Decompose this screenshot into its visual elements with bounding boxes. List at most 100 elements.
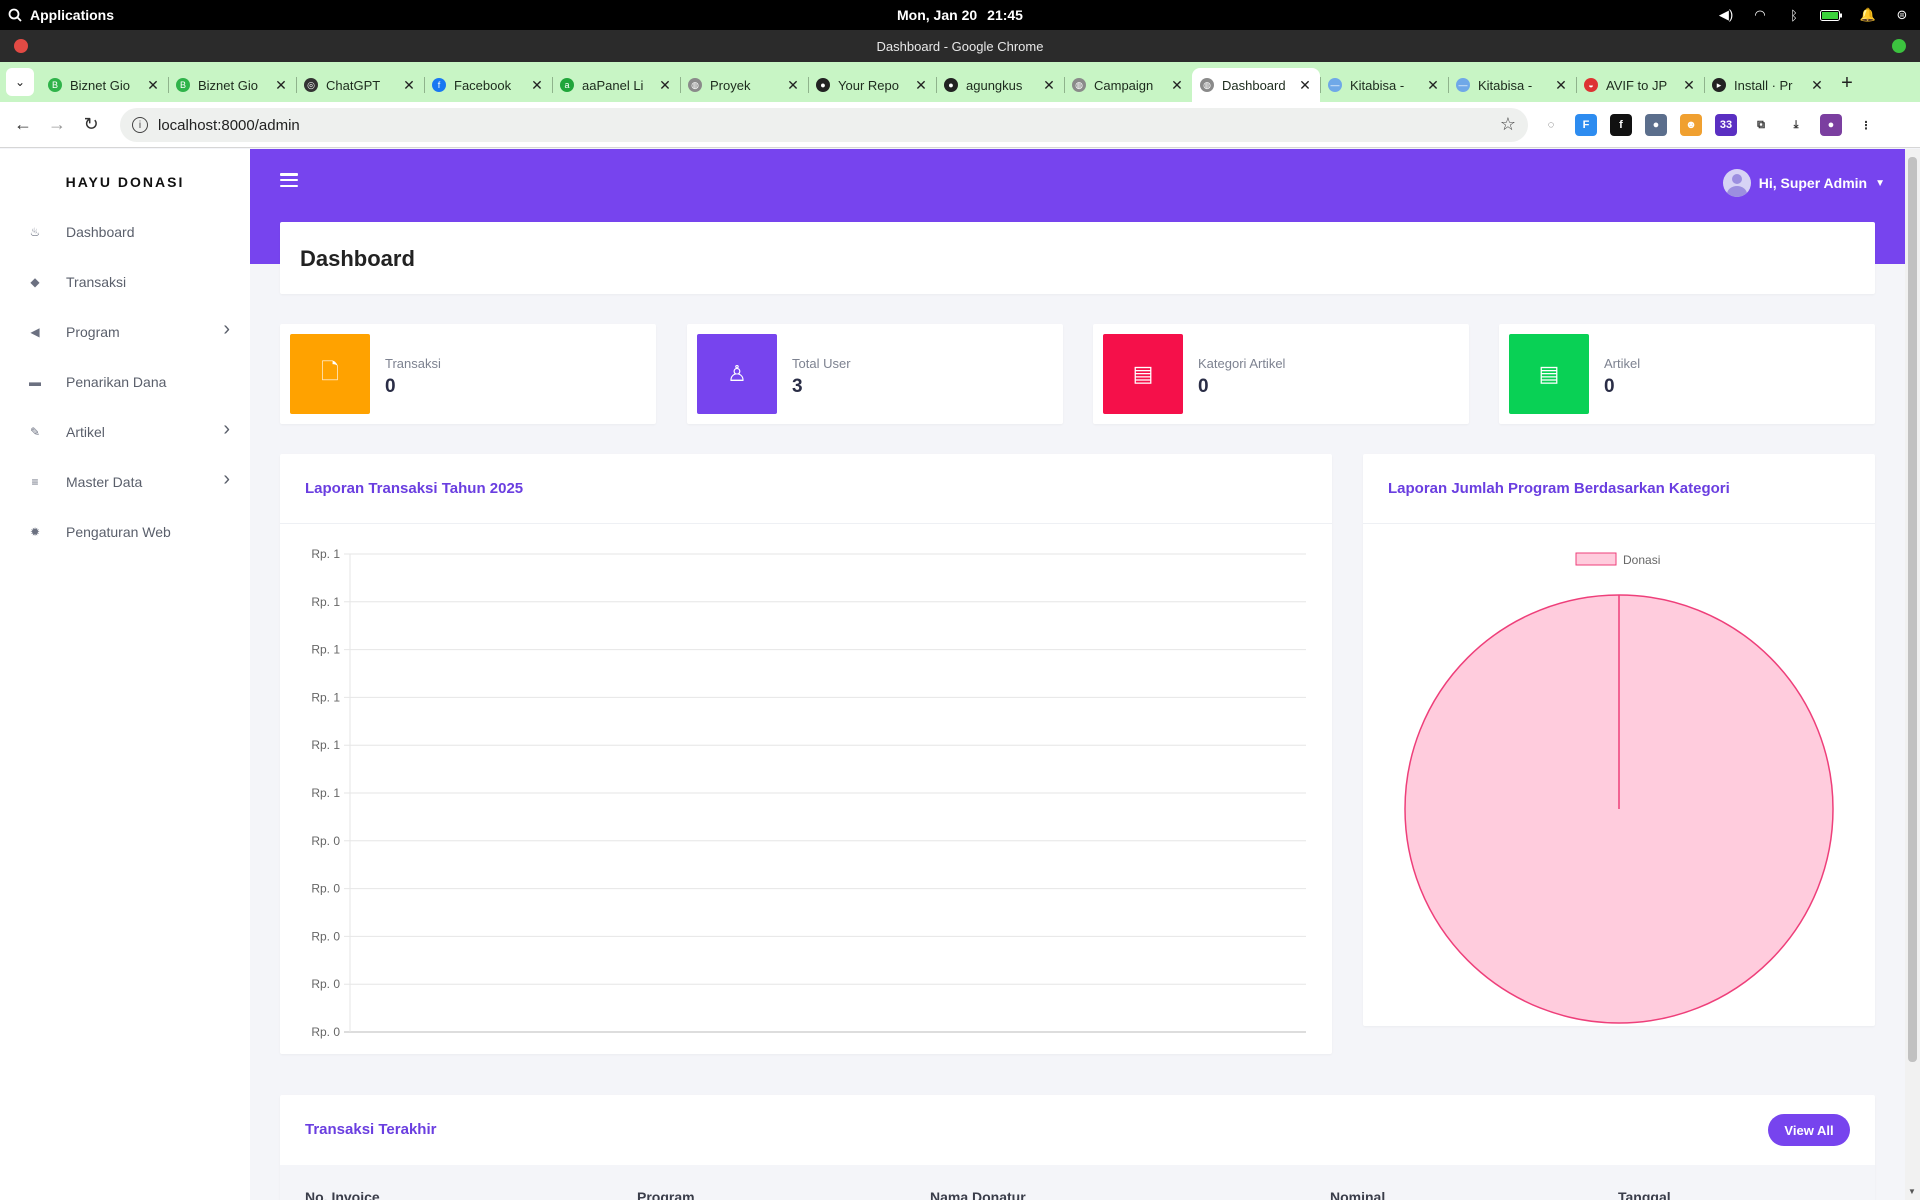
sidebar-item-penarikan-dana[interactable]: ▬ Penarikan Dana xyxy=(0,357,250,407)
tab-title: Install · Pr xyxy=(1734,77,1793,93)
tab-close-icon[interactable]: ✕ xyxy=(1426,77,1440,94)
ext-10-icon[interactable]: ⋮ xyxy=(1855,114,1877,136)
tab-title: AVIF to JP xyxy=(1606,77,1668,93)
ext-2-icon[interactable]: F xyxy=(1575,114,1597,136)
y-tick-label: Rp. 1 xyxy=(311,690,340,704)
tab-close-icon[interactable]: ✕ xyxy=(530,77,544,94)
browser-tab[interactable]: B Biznet Gio ✕ xyxy=(40,68,168,102)
bookmark-star-icon[interactable]: ☆ xyxy=(1500,114,1516,135)
browser-tab[interactable]: ◍ Proyek ✕ xyxy=(680,68,808,102)
tab-close-icon[interactable]: ✕ xyxy=(402,77,416,94)
y-tick-label: Rp. 0 xyxy=(311,929,340,943)
volume-icon[interactable]: ◀) xyxy=(1718,7,1734,22)
ext-6-icon[interactable]: 33 xyxy=(1715,114,1737,136)
brand-logo[interactable]: HAYU DONASI xyxy=(0,149,250,207)
tab-close-icon[interactable]: ✕ xyxy=(1170,77,1184,94)
page-title: Dashboard xyxy=(300,246,415,271)
chevron-right-icon: › xyxy=(223,468,230,490)
tab-title: Campaign xyxy=(1094,77,1154,93)
system-toggle-icon[interactable]: ⊜ xyxy=(1894,7,1910,22)
tab-close-icon[interactable]: ✕ xyxy=(1042,77,1056,94)
back-arrow-icon[interactable]: ← xyxy=(6,108,40,142)
scroll-down-arrow-icon[interactable]: ▼ xyxy=(1908,1187,1916,1196)
tab-close-icon[interactable]: ✕ xyxy=(1810,77,1824,94)
ext-1-icon[interactable]: ◌ xyxy=(1540,114,1562,136)
browser-tab[interactable]: ● Your Repo ✕ xyxy=(808,68,936,102)
chart-legend[interactable]: Donasi xyxy=(1575,552,1660,567)
tab-title: Biznet Gio xyxy=(198,77,258,93)
os-date: Mon, Jan 20 xyxy=(897,7,978,23)
ext-3-icon[interactable]: f xyxy=(1610,114,1632,136)
browser-tab[interactable]: ◍ Dashboard ✕ xyxy=(1192,68,1320,102)
tab-close-icon[interactable]: ✕ xyxy=(1298,77,1312,94)
notification-icon[interactable]: 🔔 xyxy=(1860,7,1876,22)
battery-icon[interactable] xyxy=(1820,8,1842,22)
browser-tab[interactable]: ◎ ChatGPT ✕ xyxy=(296,68,424,102)
url-text[interactable]: localhost:8000/admin xyxy=(158,117,300,134)
sidebar-item-program[interactable]: ◀ Program › xyxy=(0,307,250,357)
browser-tab[interactable]: ● agungkus ✕ xyxy=(936,68,1064,102)
new-tab-button[interactable]: + xyxy=(1832,68,1862,98)
window-maximize-button[interactable] xyxy=(1892,39,1906,53)
page-scrollbar[interactable]: ▼ xyxy=(1905,149,1920,1200)
browser-tab[interactable]: ◒ AVIF to JP ✕ xyxy=(1576,68,1704,102)
tab-close-icon[interactable]: ✕ xyxy=(146,77,160,94)
tab-close-icon[interactable]: ✕ xyxy=(914,77,928,94)
stat-card: ▤ Artikel 0 xyxy=(1499,324,1875,424)
os-time: 21:45 xyxy=(987,7,1023,23)
sidebar-item-master-data[interactable]: ≡ Master Data › xyxy=(0,457,250,507)
window-close-button[interactable] xyxy=(14,39,28,53)
reload-icon[interactable]: ↻ xyxy=(74,108,108,142)
ext-4-icon[interactable]: ● xyxy=(1645,114,1667,136)
sidebar-item-dashboard[interactable]: ♨ Dashboard xyxy=(0,207,250,257)
browser-tab[interactable]: ▸ Install · Pr ✕ xyxy=(1704,68,1832,102)
sidebar-item-artikel[interactable]: ✎ Artikel › xyxy=(0,407,250,457)
ext-7-icon[interactable]: ⧉ xyxy=(1750,114,1772,136)
transaction-chart-title: Laporan Transaksi Tahun 2025 xyxy=(305,480,524,497)
tab-favicon-icon: B xyxy=(176,78,190,92)
hamburger-menu-icon[interactable] xyxy=(280,173,298,187)
recent-transactions-card: Transaksi Terakhir View All No. Invoice P… xyxy=(280,1095,1875,1200)
legend-swatch xyxy=(1575,552,1617,566)
stat-value: 0 xyxy=(385,376,396,397)
extension-toolbar: ◌ Ff ● ☻ 33 ⧉ ⤓ ● ⋮ xyxy=(1540,110,1877,140)
tab-title: Kitabisa - xyxy=(1350,77,1405,93)
address-bar[interactable]: i localhost:8000/admin ☆ xyxy=(120,108,1528,142)
ext-9-icon[interactable]: ● xyxy=(1820,114,1842,136)
tab-favicon-icon: ● xyxy=(816,78,830,92)
wifi-icon[interactable]: ◠ xyxy=(1752,7,1768,22)
bluetooth-icon[interactable]: ᛒ xyxy=(1786,8,1802,23)
sidebar-item-pengaturan-web[interactable]: ✹ Pengaturan Web xyxy=(0,507,250,557)
site-info-icon[interactable]: i xyxy=(132,117,148,133)
sidebar-item-label: Transaksi xyxy=(66,274,127,290)
tab-close-icon[interactable]: ✕ xyxy=(786,77,800,94)
view-all-button[interactable]: View All xyxy=(1768,1114,1850,1146)
tab-close-icon[interactable]: ✕ xyxy=(658,77,672,94)
ext-8-icon[interactable]: ⤓ xyxy=(1785,114,1807,136)
sidebar-item-transaksi[interactable]: ◆ Transaksi xyxy=(0,257,250,307)
browser-tab[interactable]: ◍ Campaign ✕ xyxy=(1064,68,1192,102)
browser-tab[interactable]: B Biznet Gio ✕ xyxy=(168,68,296,102)
browser-tab[interactable]: — Kitabisa - ✕ xyxy=(1448,68,1576,102)
program-pie-chart: Donasi xyxy=(1404,552,1834,1024)
tab-close-icon[interactable]: ✕ xyxy=(1554,77,1568,94)
user-greeting: Hi, Super Admin xyxy=(1758,175,1868,191)
sidebar-item-label: Dashboard xyxy=(66,224,135,240)
tab-search-button[interactable]: ⌄ xyxy=(6,68,34,96)
scrollbar-thumb[interactable] xyxy=(1908,157,1917,1062)
os-clock[interactable]: Mon, Jan 20 21:45 xyxy=(0,0,1920,30)
table-column-header: Nama Donatur xyxy=(930,1189,1026,1200)
table-column-header: Tanggal xyxy=(1618,1189,1671,1200)
browser-tab[interactable]: a aaPanel Li ✕ xyxy=(552,68,680,102)
transaction-chart-card: Laporan Transaksi Tahun 2025 Rp. 1 Rp. 1R… xyxy=(280,454,1332,1054)
stat-card: ▤ Kategori Artikel 0 xyxy=(1093,324,1469,424)
browser-tab[interactable]: f Facebook ✕ xyxy=(424,68,552,102)
tab-title: Kitabisa - xyxy=(1478,77,1533,93)
forward-arrow-icon[interactable]: → xyxy=(40,108,74,142)
tab-favicon-icon: a xyxy=(560,78,574,92)
tab-close-icon[interactable]: ✕ xyxy=(274,77,288,94)
ext-5-icon[interactable]: ☻ xyxy=(1680,114,1702,136)
tab-close-icon[interactable]: ✕ xyxy=(1682,77,1696,94)
browser-tab[interactable]: — Kitabisa - ✕ xyxy=(1320,68,1448,102)
user-dropdown[interactable]: Hi, Super Admin ▼ xyxy=(1722,169,1885,197)
